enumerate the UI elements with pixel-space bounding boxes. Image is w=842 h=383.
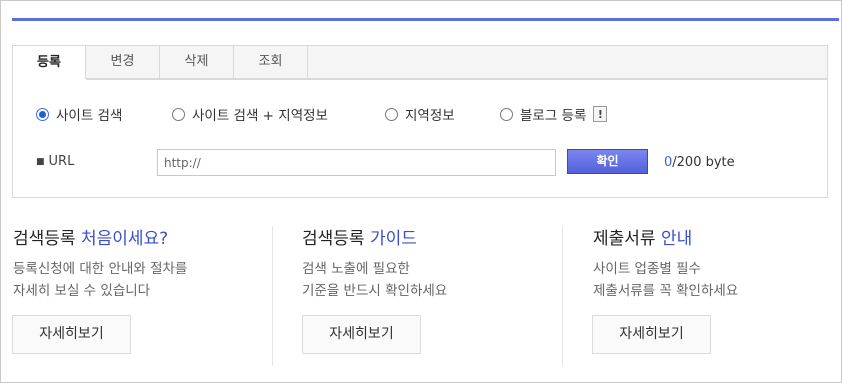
url-input[interactable] (157, 149, 556, 176)
column-description: 검색 노출에 필요한 기준을 반드시 확인하세요 (302, 261, 448, 299)
radio-icon[interactable] (172, 107, 185, 121)
url-label: ■ URL (36, 154, 75, 169)
register-panel (12, 79, 828, 198)
byte-max: /200 byte (672, 155, 735, 170)
bullet-icon: ■ (36, 156, 45, 167)
detail-button-guide[interactable]: 자세히보기 (302, 315, 421, 354)
info-column-guide: 검색등록 가이드 검색 노출에 필요한 기준을 반드시 확인하세요 (302, 224, 552, 302)
info-column-documents: 제출서류 안내 사이트 업종별 필수 제출서류를 꼭 확인하세요 (593, 224, 842, 302)
tab-bar: 등록 변경 삭제 조회 (12, 45, 828, 81)
column-title: 검색등록 처음이세요? (13, 229, 169, 249)
confirm-button[interactable]: 확인 (567, 149, 648, 174)
column-title: 제출서류 안내 (593, 229, 693, 249)
option-local-info[interactable]: 지역정보 (385, 104, 455, 124)
tab-register[interactable]: 등록 (12, 45, 86, 81)
option-label: 사이트 검색 (56, 108, 123, 124)
column-description: 등록신청에 대한 안내와 절차를 자세히 보실 수 있습니다 (13, 261, 188, 299)
panel-divider (86, 79, 828, 80)
info-column-first-time: 검색등록 처음이세요? 등록신청에 대한 안내와 절차를 자세히 보실 수 있습… (13, 224, 263, 302)
tab-delete[interactable]: 삭제 (160, 45, 234, 79)
top-accent-rule (12, 18, 839, 21)
option-site-search[interactable]: 사이트 검색 (36, 104, 122, 124)
tab-change[interactable]: 변경 (86, 45, 160, 79)
option-label: 지역정보 (405, 108, 455, 124)
option-label: 블로그 등록 (520, 108, 587, 124)
detail-button-first-time[interactable]: 자세히보기 (12, 315, 131, 354)
tab-lookup[interactable]: 조회 (234, 45, 308, 79)
column-divider (272, 226, 273, 366)
column-divider (562, 226, 563, 366)
detail-button-documents[interactable]: 자세히보기 (592, 315, 711, 354)
option-site-search-local[interactable]: 사이트 검색 + 지역정보 (172, 104, 328, 124)
column-title: 검색등록 가이드 (302, 229, 417, 249)
column-description: 사이트 업종별 필수 제출서류를 꼭 확인하세요 (593, 261, 739, 299)
radio-icon[interactable] (500, 107, 513, 121)
radio-icon[interactable] (385, 107, 398, 121)
radio-selected-icon[interactable] (36, 107, 49, 121)
option-blog-register[interactable]: 블로그 등록 ! (500, 104, 608, 124)
info-icon[interactable]: ! (593, 106, 608, 122)
byte-counter: 0/200 byte (664, 155, 735, 170)
option-label: 사이트 검색 + 지역정보 (192, 108, 328, 124)
